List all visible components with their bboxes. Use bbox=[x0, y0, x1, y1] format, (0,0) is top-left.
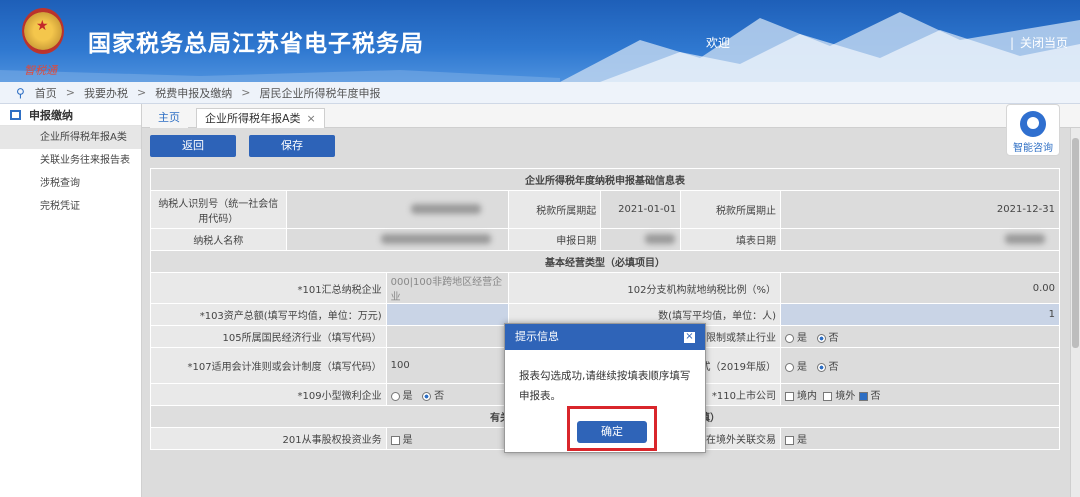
f110-overseas-checkbox[interactable] bbox=[823, 391, 833, 401]
f201-yes-checkbox[interactable] bbox=[390, 435, 400, 445]
tab-home-label: 主页 bbox=[158, 111, 180, 124]
f106-no-radio[interactable] bbox=[816, 333, 826, 343]
f202-options: 是 bbox=[779, 427, 1061, 450]
sidebar: 申报缴纳 企业所得税年报A类 关联业务往来报告表 涉税查询 完税凭证 bbox=[0, 104, 142, 497]
f103-input[interactable] bbox=[385, 303, 509, 326]
f106-no-label: 否 bbox=[828, 333, 839, 344]
highlight-box bbox=[567, 406, 657, 451]
f105-label: 105所属国民经济行业（填写代码） bbox=[150, 325, 387, 348]
breadcrumb-tax[interactable]: 我要办税 bbox=[84, 85, 128, 101]
save-button[interactable]: 保存 bbox=[249, 135, 335, 157]
scrollbar-thumb[interactable] bbox=[1072, 138, 1079, 348]
f108-yes-label: 是 bbox=[796, 362, 807, 373]
breadcrumb-current: 居民企业所得税年度申报 bbox=[259, 86, 381, 100]
f101-label: *101汇总纳税企业 bbox=[150, 272, 387, 304]
breadcrumb-declare[interactable]: 税费申报及缴纳 bbox=[155, 85, 232, 101]
f202-yes-label: 是 bbox=[796, 435, 807, 446]
breadcrumb-separator: > bbox=[65, 86, 76, 99]
f108-no-radio[interactable] bbox=[816, 362, 826, 372]
f105-input[interactable] bbox=[385, 325, 509, 348]
f201-yes-label: 是 bbox=[402, 435, 413, 446]
tax-emblem-icon: ★ bbox=[22, 8, 64, 54]
breadcrumb-separator: > bbox=[241, 86, 251, 99]
breadcrumb: ⚲ 首页 > 我要办税 > 税费申报及缴纳 > 居民企业所得税年度申报 bbox=[0, 82, 1080, 104]
f109-yes-radio[interactable] bbox=[390, 391, 400, 401]
site-header: ★ 国家税务总局江苏省电子税务局 智税通 欢迎 关闭当页 bbox=[0, 0, 1080, 82]
f109-options: 是 否 bbox=[385, 383, 509, 406]
headset-agent-icon bbox=[1020, 111, 1046, 137]
tab-bar: 主页 企业所得税年报A类 × bbox=[142, 104, 1080, 128]
location-pin-icon: ⚲ bbox=[16, 85, 25, 100]
close-page-link[interactable]: 关闭当页 bbox=[1010, 34, 1068, 51]
breadcrumb-separator: > bbox=[137, 86, 147, 99]
f110-domestic-checkbox[interactable] bbox=[784, 391, 794, 401]
declare-date-value bbox=[600, 228, 682, 251]
taxpayer-name-label: 纳税人名称 bbox=[150, 228, 287, 251]
period-end-label: 税款所属期止 bbox=[680, 190, 781, 229]
sidebar-header[interactable]: 申报缴纳 bbox=[0, 104, 141, 126]
welcome-text: 欢迎 bbox=[706, 36, 731, 50]
f101-select[interactable]: 000|100非跨地区经营企业 bbox=[385, 272, 509, 304]
f103-label: *103资产总额(填写平均值，单位：万元) bbox=[150, 303, 387, 326]
smart-consult-label: 智能咨询 bbox=[1013, 143, 1053, 154]
f108-no-label: 否 bbox=[828, 362, 839, 373]
f106-options: 是 否 bbox=[779, 325, 1061, 348]
taxpayer-name-field bbox=[285, 228, 509, 251]
brand-logo: 智税通 bbox=[24, 64, 57, 77]
f104-input[interactable]: 1 bbox=[779, 303, 1061, 326]
f102-label: 102分支机构就地纳税比例（%） bbox=[507, 272, 781, 304]
f110-no-label: 否 bbox=[870, 391, 881, 402]
declare-date-label: 申报日期 bbox=[507, 228, 602, 251]
sidebar-item-tax-certificate[interactable]: 完税凭证 bbox=[0, 195, 141, 218]
section-basic: 基本经营类型（必填项目） bbox=[150, 250, 1060, 273]
tab-close-icon[interactable]: × bbox=[307, 112, 316, 125]
tab-annual-a[interactable]: 企业所得税年报A类 × bbox=[196, 108, 325, 128]
sidebar-item-tax-query[interactable]: 涉税查询 bbox=[0, 172, 141, 195]
f109-yes-label: 是 bbox=[402, 391, 413, 402]
f106-yes-label: 是 bbox=[796, 333, 807, 344]
f108-options: 是 否 bbox=[779, 347, 1061, 384]
f106-yes-radio[interactable] bbox=[784, 333, 794, 343]
f202-yes-checkbox[interactable] bbox=[784, 435, 794, 445]
menu-box-icon bbox=[10, 109, 21, 120]
tab-annual-a-label: 企业所得税年报A类 bbox=[205, 112, 301, 125]
sidebar-title: 申报缴纳 bbox=[29, 108, 73, 122]
back-button[interactable]: 返回 bbox=[150, 135, 236, 157]
f110-options: 境内 境外 否 bbox=[779, 383, 1061, 406]
smart-consult-widget[interactable]: 智能咨询 bbox=[1006, 104, 1060, 156]
period-start-label: 税款所属期起 bbox=[507, 190, 602, 229]
fill-date-value bbox=[779, 228, 1061, 251]
f110-overseas-label: 境外 bbox=[835, 391, 856, 402]
fill-date-label: 填表日期 bbox=[680, 228, 781, 251]
redacted-value bbox=[380, 234, 491, 244]
f107-input[interactable]: 100 bbox=[385, 347, 509, 384]
breadcrumb-home[interactable]: 首页 bbox=[35, 85, 57, 101]
sidebar-item-annual-a[interactable]: 企业所得税年报A类 bbox=[0, 126, 141, 149]
form-title: 企业所得税年度纳税申报基础信息表 bbox=[150, 168, 1060, 191]
redacted-value bbox=[645, 234, 676, 244]
tab-home[interactable]: 主页 bbox=[150, 108, 188, 128]
f110-domestic-label: 境内 bbox=[796, 391, 817, 402]
vertical-scrollbar[interactable] bbox=[1070, 128, 1080, 497]
period-start-value: 2021-01-01 bbox=[600, 190, 682, 229]
taxpayer-id-field[interactable] bbox=[285, 190, 509, 229]
dialog-title: 提示信息 bbox=[505, 324, 705, 350]
taxpayer-id-label: 纳税人识别号（统一社会信用代码） bbox=[150, 190, 287, 229]
close-icon[interactable]: × bbox=[684, 332, 695, 343]
redacted-value bbox=[410, 204, 481, 214]
f109-no-label: 否 bbox=[434, 391, 445, 402]
f201-label: 201从事股权投资业务 bbox=[150, 427, 387, 450]
f109-label: *109小型微利企业 bbox=[150, 383, 387, 406]
dialog-message: 报表勾选成功,请继续按填表顺序填写申报表。 bbox=[519, 370, 691, 402]
f110-no-checkbox[interactable] bbox=[858, 391, 868, 401]
sidebar-item-related-report[interactable]: 关联业务往来报告表 bbox=[0, 149, 141, 172]
f108-yes-radio[interactable] bbox=[784, 362, 794, 372]
f107-label: *107适用会计准则或会计制度（填写代码） bbox=[150, 347, 387, 384]
redacted-value bbox=[1004, 234, 1045, 244]
f102-value: 0.00 bbox=[779, 272, 1061, 304]
f109-no-radio[interactable] bbox=[422, 391, 432, 401]
site-title: 国家税务总局江苏省电子税务局 bbox=[88, 30, 424, 57]
f201-options: 是 bbox=[385, 427, 509, 450]
period-end-value: 2021-12-31 bbox=[779, 190, 1061, 229]
